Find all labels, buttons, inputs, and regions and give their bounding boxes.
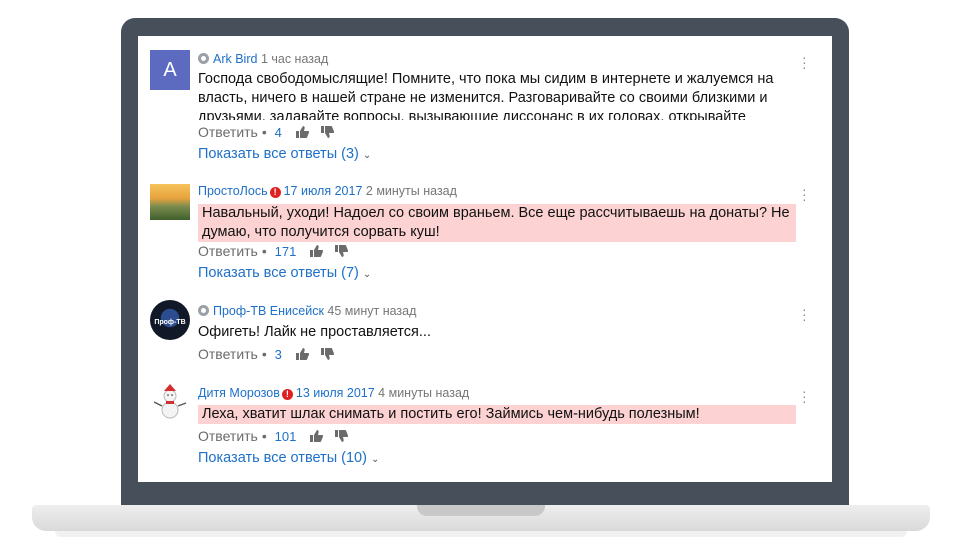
- reply-button[interactable]: Ответить: [198, 124, 258, 140]
- reply-button[interactable]: Ответить: [198, 243, 258, 259]
- exclamation-icon: !: [281, 389, 293, 400]
- reply-button[interactable]: Ответить: [198, 346, 258, 362]
- comment-actions: Ответить • 101: [198, 428, 356, 445]
- comment-header: Дитя Морозов! 13 июля 2017 4 минуты назад: [198, 386, 469, 400]
- laptop-notch: [417, 505, 545, 516]
- more-vert-icon[interactable]: · · ·: [802, 182, 807, 206]
- thumbs-down-icon[interactable]: [320, 347, 334, 363]
- comment-text: Навальный, уходи! Надоел со своим вранье…: [198, 204, 796, 242]
- comment-text: Офигеть! Лайк не проставляется...: [198, 324, 431, 340]
- separator-dot: •: [261, 346, 267, 362]
- thumbs-up-icon[interactable]: [295, 125, 309, 141]
- comment-header: ПростоЛось! 17 июля 2017 2 минуты назад: [198, 184, 457, 198]
- comment-date[interactable]: 17 июля 2017: [284, 184, 363, 198]
- landscape-avatar-image: [150, 184, 190, 220]
- more-vert-icon[interactable]: · · ·: [802, 302, 807, 326]
- thumbs-down-icon[interactable]: [335, 429, 349, 445]
- channel-badge-icon: [198, 305, 209, 316]
- show-replies-label: Показать все ответы (10): [198, 450, 367, 466]
- thumbs-down-icon[interactable]: [335, 244, 349, 260]
- comment-date[interactable]: 13 июля 2017: [296, 386, 375, 400]
- chevron-down-icon: ⌄: [370, 454, 380, 465]
- channel-badge-icon: [198, 53, 209, 64]
- thumbs-up-icon[interactable]: [295, 347, 309, 363]
- separator-dot: •: [261, 243, 267, 259]
- comment-text: Леха, хватит шлак снимать и постить его!…: [198, 405, 796, 424]
- comment-header: Проф-ТВ Енисейск 45 минут назад: [198, 304, 416, 318]
- show-replies-label: Показать все ответы (7): [198, 265, 359, 281]
- separator-dot: •: [261, 124, 267, 140]
- laptop-shadow: [55, 531, 907, 537]
- show-replies-button[interactable]: Показать все ответы (10) ⌄: [198, 450, 379, 466]
- comment-time[interactable]: 4 минуты назад: [378, 386, 469, 400]
- avatar[interactable]: [150, 182, 190, 222]
- avatar[interactable]: [150, 382, 190, 422]
- like-count: 171: [274, 244, 297, 259]
- show-replies-label: Показать все ответы (3): [198, 146, 359, 162]
- more-vert-icon[interactable]: · · ·: [802, 384, 807, 408]
- exclamation-icon: !: [269, 187, 281, 198]
- show-replies-button[interactable]: Показать все ответы (3) ⌄: [198, 146, 371, 162]
- reply-button[interactable]: Ответить: [198, 428, 258, 444]
- more-vert-icon[interactable]: · · ·: [802, 50, 807, 74]
- separator-dot: •: [261, 428, 267, 444]
- comment-actions: Ответить • 3: [198, 346, 342, 363]
- comment-actions: Ответить • 4: [198, 124, 342, 141]
- author-name[interactable]: Проф-ТВ Енисейск: [213, 304, 324, 318]
- comment-time[interactable]: 45 минут назад: [327, 304, 416, 318]
- like-count: 4: [274, 125, 282, 140]
- chevron-down-icon: ⌄: [362, 150, 372, 161]
- avatar[interactable]: A: [150, 50, 190, 90]
- thumbs-up-icon[interactable]: [310, 244, 324, 260]
- comment-header: Ark Bird 1 час назад: [198, 52, 328, 66]
- comments-screen: A Ark Bird 1 час назад · · · Господа свобо…: [138, 36, 832, 482]
- comment-text: Господа свободомыслящие! Помните, что по…: [198, 71, 774, 120]
- thumbs-down-icon[interactable]: [320, 125, 334, 141]
- comment-time[interactable]: 2 минуты назад: [366, 184, 457, 198]
- show-replies-button[interactable]: Показать все ответы (7) ⌄: [198, 265, 371, 281]
- chevron-down-icon: ⌄: [362, 269, 372, 280]
- author-name[interactable]: Ark Bird: [213, 52, 257, 66]
- thumbs-up-icon[interactable]: [310, 429, 324, 445]
- author-name[interactable]: Дитя Морозов: [198, 386, 280, 400]
- avatar[interactable]: Проф-ТВ: [150, 300, 190, 340]
- like-count: 101: [274, 429, 297, 444]
- author-name[interactable]: ПростоЛось: [198, 184, 268, 198]
- like-count: 3: [274, 347, 282, 362]
- snowman-avatar-icon: [153, 384, 187, 419]
- comment-time[interactable]: 1 час назад: [261, 52, 328, 66]
- comment-actions: Ответить • 171: [198, 243, 356, 260]
